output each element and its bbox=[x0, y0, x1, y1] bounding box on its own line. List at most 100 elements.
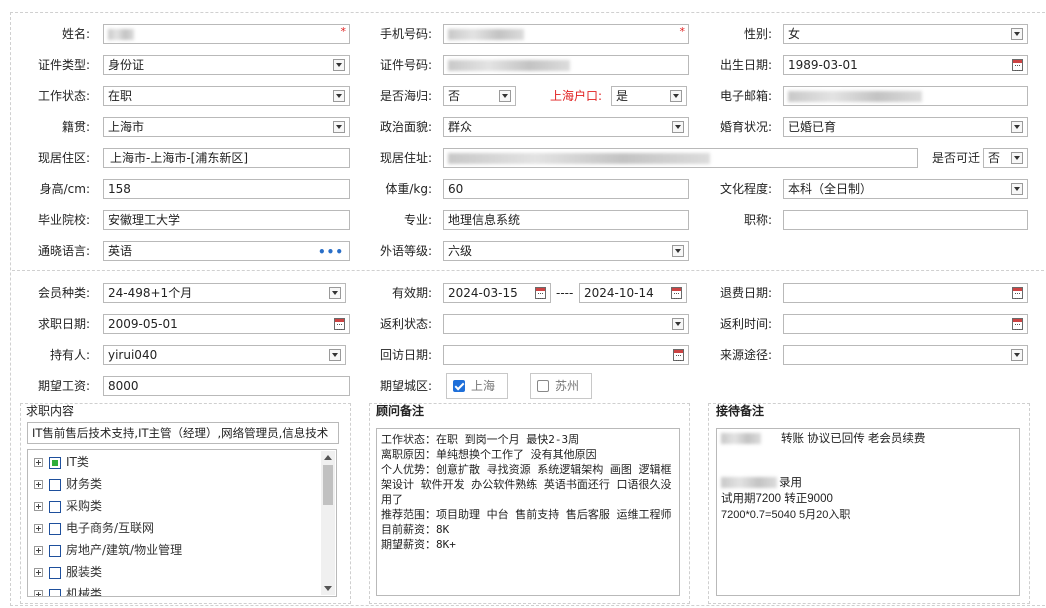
email-input[interactable] bbox=[783, 86, 1028, 106]
name-input[interactable]: * bbox=[103, 24, 350, 44]
salary-input[interactable]: 8000 bbox=[103, 376, 350, 396]
checkbox-icon[interactable] bbox=[49, 500, 61, 513]
scroll-thumb[interactable] bbox=[323, 465, 333, 505]
rebate-status-select[interactable] bbox=[443, 314, 689, 334]
returnee-select[interactable]: 否 bbox=[443, 86, 516, 106]
chevron-down-icon[interactable] bbox=[1011, 28, 1023, 40]
scroll-up-icon[interactable] bbox=[324, 455, 332, 460]
chevron-down-icon[interactable] bbox=[672, 121, 684, 133]
sh-hukou-select[interactable]: 是 bbox=[611, 86, 687, 106]
birth-date-input[interactable]: 1989-03-01 bbox=[783, 55, 1028, 75]
more-icon[interactable]: ••• bbox=[318, 243, 344, 260]
job-summary-input[interactable]: IT售前售后技术支持,IT主管（经理）,网络管理员,信息技术 bbox=[27, 422, 339, 444]
checkbox-icon[interactable] bbox=[49, 478, 61, 491]
chevron-down-icon[interactable] bbox=[1011, 152, 1023, 164]
tree-item-label: IT类 bbox=[66, 455, 89, 469]
chevron-down-icon[interactable] bbox=[1011, 349, 1023, 361]
job-category-tree[interactable]: IT类 财务类 采购类 电子商务/互联网 房地产/建筑/物业管理 服装类 机械类 bbox=[27, 449, 337, 597]
education-select[interactable]: 本科（全日制） bbox=[783, 179, 1028, 199]
advisor-notes-textarea[interactable]: 工作状态：在职 到岗一个月 最快2-3周 离职原因：单纯想换个工作了 没有其他原… bbox=[376, 428, 680, 596]
city-option-shanghai[interactable]: 上海 bbox=[446, 373, 508, 399]
chevron-down-icon[interactable] bbox=[670, 90, 682, 102]
calendar-icon[interactable] bbox=[671, 287, 682, 299]
checkbox-partial-icon[interactable] bbox=[49, 456, 61, 469]
expand-icon[interactable] bbox=[34, 524, 43, 533]
address-input[interactable] bbox=[443, 148, 918, 168]
language-input[interactable]: 英语 ••• bbox=[103, 241, 350, 261]
calendar-icon[interactable] bbox=[1012, 59, 1023, 71]
checkbox-icon[interactable] bbox=[537, 380, 549, 392]
foreign-level-select[interactable]: 六级 bbox=[443, 241, 689, 261]
chevron-down-icon[interactable] bbox=[329, 349, 341, 361]
expand-icon[interactable] bbox=[34, 546, 43, 555]
gender-select[interactable]: 女 bbox=[783, 24, 1028, 44]
expand-icon[interactable] bbox=[34, 568, 43, 577]
height-input[interactable]: 158 bbox=[103, 179, 350, 199]
calendar-icon[interactable] bbox=[1012, 318, 1023, 330]
political-label: 政治面貌: bbox=[379, 120, 432, 134]
sh-hukou-value: 是 bbox=[616, 89, 629, 103]
calendar-icon[interactable] bbox=[673, 349, 684, 361]
movable-select[interactable]: 否 bbox=[983, 148, 1028, 168]
id-no-input[interactable] bbox=[443, 55, 689, 75]
rebate-time-input[interactable] bbox=[783, 314, 1028, 334]
expand-icon[interactable] bbox=[34, 590, 43, 596]
member-type-label: 会员种类: bbox=[37, 286, 90, 300]
school-input[interactable]: 安徽理工大学 bbox=[103, 210, 350, 230]
native-select[interactable]: 上海市 bbox=[103, 117, 350, 137]
chevron-down-icon[interactable] bbox=[1011, 183, 1023, 195]
tree-item[interactable]: IT类 bbox=[34, 452, 89, 472]
chevron-down-icon[interactable] bbox=[672, 245, 684, 257]
checkbox-checked-icon[interactable] bbox=[453, 380, 465, 392]
political-select[interactable]: 群众 bbox=[443, 117, 689, 137]
tree-item[interactable]: 服装类 bbox=[34, 562, 102, 582]
scroll-down-icon[interactable] bbox=[324, 586, 332, 591]
tree-item[interactable]: 房地产/建筑/物业管理 bbox=[34, 540, 182, 560]
job-date-input[interactable]: 2009-05-01 bbox=[103, 314, 350, 334]
major-input[interactable]: 地理信息系统 bbox=[443, 210, 689, 230]
tree-item[interactable]: 采购类 bbox=[34, 496, 102, 516]
chevron-down-icon[interactable] bbox=[1011, 121, 1023, 133]
expand-icon[interactable] bbox=[34, 458, 43, 467]
reception-notes-textarea[interactable]: 转账 协议已回传 老会员续费 录用 试用期7200 转正9000 7200*0.… bbox=[716, 428, 1020, 596]
member-type-select[interactable]: 24-498+1个月 bbox=[103, 283, 346, 303]
work-status-select[interactable]: 在职 bbox=[103, 86, 350, 106]
checkbox-icon[interactable] bbox=[49, 544, 61, 557]
height-value: 158 bbox=[108, 182, 131, 196]
city-option-suzhou[interactable]: 苏州 bbox=[530, 373, 592, 399]
valid-from-input[interactable]: 2024-03-15 bbox=[443, 283, 551, 303]
chevron-down-icon[interactable] bbox=[333, 59, 345, 71]
tree-scrollbar[interactable] bbox=[321, 451, 335, 595]
calendar-icon[interactable] bbox=[1012, 287, 1023, 299]
phone-input[interactable]: * bbox=[443, 24, 689, 44]
residence-label: 现居住区: bbox=[37, 151, 90, 165]
education-label: 文化程度: bbox=[719, 182, 772, 196]
checkbox-icon[interactable] bbox=[49, 588, 61, 596]
chevron-down-icon[interactable] bbox=[333, 90, 345, 102]
source-select[interactable] bbox=[783, 345, 1028, 365]
marital-select[interactable]: 已婚已育 bbox=[783, 117, 1028, 137]
holder-select[interactable]: yirui040 bbox=[103, 345, 346, 365]
title-input[interactable] bbox=[783, 210, 1028, 230]
residence-input[interactable]: 上海市-上海市-[浦东新区] bbox=[103, 148, 350, 168]
chevron-down-icon[interactable] bbox=[672, 318, 684, 330]
tree-item[interactable]: 机械类 bbox=[34, 584, 102, 596]
tree-item[interactable]: 财务类 bbox=[34, 474, 102, 494]
checkbox-icon[interactable] bbox=[49, 522, 61, 535]
title-label: 职称: bbox=[743, 213, 772, 227]
id-type-select[interactable]: 身份证 bbox=[103, 55, 350, 75]
expand-icon[interactable] bbox=[34, 480, 43, 489]
valid-to-input[interactable]: 2024-10-14 bbox=[579, 283, 687, 303]
revisit-date-input[interactable] bbox=[443, 345, 689, 365]
refund-date-input[interactable] bbox=[783, 283, 1028, 303]
checkbox-icon[interactable] bbox=[49, 566, 61, 579]
required-mark: * bbox=[679, 25, 686, 38]
chevron-down-icon[interactable] bbox=[499, 90, 511, 102]
tree-item[interactable]: 电子商务/互联网 bbox=[34, 518, 154, 538]
calendar-icon[interactable] bbox=[535, 287, 546, 299]
calendar-icon[interactable] bbox=[334, 318, 345, 330]
expand-icon[interactable] bbox=[34, 502, 43, 511]
chevron-down-icon[interactable] bbox=[329, 287, 341, 299]
weight-input[interactable]: 60 bbox=[443, 179, 689, 199]
chevron-down-icon[interactable] bbox=[333, 121, 345, 133]
